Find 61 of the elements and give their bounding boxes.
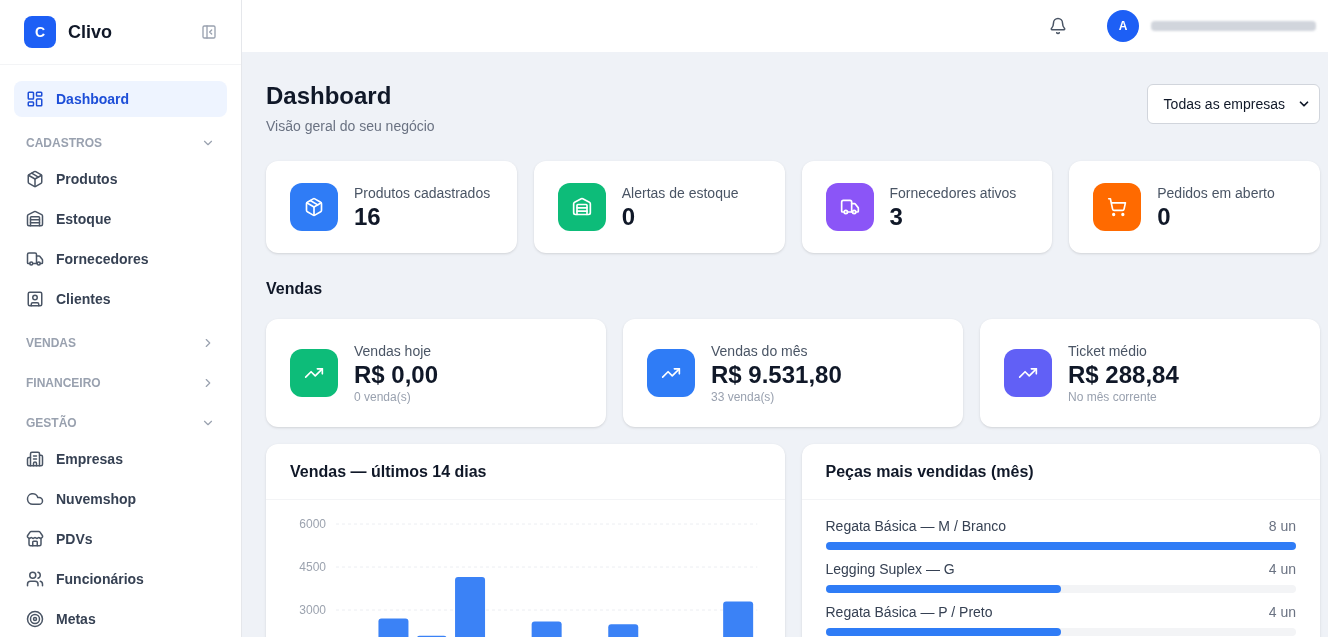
sales-value: R$ 288,84: [1068, 361, 1179, 389]
dashboard-grid-icon: [26, 90, 44, 108]
sales-note: No mês corrente: [1068, 389, 1158, 405]
users-icon: [26, 570, 44, 588]
user-avatar[interactable]: A: [1107, 10, 1139, 42]
notification-button[interactable]: [1049, 17, 1067, 35]
brand-name: Clivo: [68, 21, 112, 44]
axis-tick-label: 4500: [299, 560, 326, 574]
nav-item[interactable]: PDVs: [14, 521, 227, 557]
contact-card-icon: [26, 290, 44, 308]
stat-value: 16: [354, 203, 382, 231]
truck-icon: [26, 250, 44, 268]
chart-bar: [531, 621, 562, 637]
stat-value: 0: [621, 203, 637, 231]
stat-label: Produtos cadastrados: [354, 184, 491, 203]
stat-label: Alertas de estoque: [621, 184, 739, 203]
card-title: Peças mais vendidas (mês): [825, 461, 1034, 482]
warehouse-icon: [26, 210, 44, 228]
box-icon: [26, 170, 44, 188]
nav-item[interactable]: Nuvemshop: [14, 481, 227, 517]
sales-value: R$ 0,00: [354, 361, 439, 389]
nav-item[interactable]: Produtos: [14, 161, 227, 197]
axis-tick-label: 6000: [299, 517, 326, 531]
card-title: Vendas — últimos 14 dias: [290, 461, 487, 482]
chart-bar: [455, 577, 486, 637]
sales-note: 0 venda(s): [354, 389, 412, 405]
sales-note: 33 venda(s): [711, 389, 776, 405]
chart-bar: [723, 601, 754, 637]
chart-bar: [608, 624, 639, 637]
product-name: Regata Básica — M / Branco: [825, 517, 1007, 536]
product-name: Legging Suplex — G: [825, 560, 955, 579]
axis-tick-label: 3000: [299, 603, 326, 617]
section-heading: Vendas: [266, 279, 324, 299]
nav-item[interactable]: Fornecedores: [14, 241, 227, 277]
product-name: Regata Básica — P / Preto: [825, 603, 993, 622]
building-icon: [26, 450, 44, 468]
page-title: Dashboard: [266, 81, 393, 111]
nav-item[interactable]: Clientes: [14, 281, 227, 317]
chart-bar: [378, 618, 409, 637]
stat-label: Pedidos em aberto: [1157, 184, 1275, 203]
page-subtitle: Visão geral do seu negócio: [266, 117, 435, 136]
company-select[interactable]: Todas as empresas: [1146, 84, 1320, 124]
nav-item[interactable]: Metas: [14, 601, 227, 637]
sales-value: R$ 9.531,80: [711, 361, 842, 389]
nav-item[interactable]: Empresas: [14, 441, 227, 477]
product-quantity: 8 un: [1268, 517, 1296, 536]
stat-value: 3: [889, 203, 904, 231]
stat-label: Fornecedores ativos: [889, 184, 1017, 203]
product-quantity: 4 un: [1268, 560, 1296, 579]
stat-value: 0: [1157, 203, 1172, 231]
brand-logo: C: [24, 16, 56, 48]
cloud-icon: [26, 490, 44, 508]
nav-item[interactable]: Estoque: [14, 201, 227, 237]
target-icon: [26, 610, 44, 628]
product-quantity: 4 un: [1268, 603, 1296, 622]
sales-label: Vendas hoje: [354, 342, 433, 361]
sales-label: Vendas do mês: [711, 342, 809, 361]
nav-item[interactable]: Funcionários: [14, 561, 227, 597]
nav-item[interactable]: Dashboard: [14, 81, 227, 117]
store-icon: [26, 530, 44, 548]
sales-label: Ticket médio: [1068, 342, 1148, 361]
